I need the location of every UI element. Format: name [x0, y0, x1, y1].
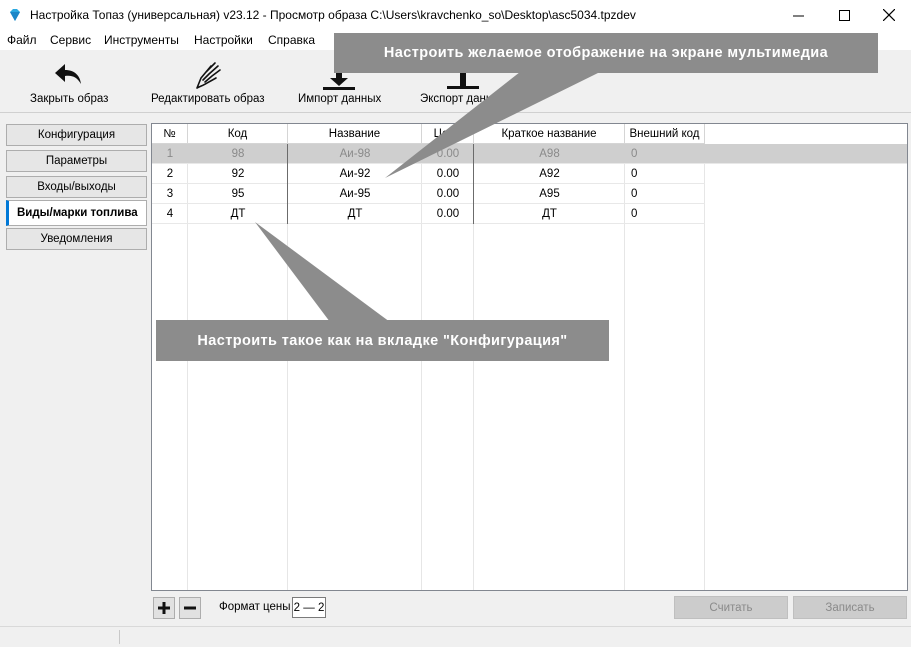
tab-notifications[interactable]: Уведомления: [6, 228, 147, 250]
table-row[interactable]: 4 ДТ ДТ 0.00 ДТ 0: [152, 204, 705, 224]
cell-price[interactable]: 0.00: [422, 164, 474, 184]
cell-code[interactable]: ДТ: [188, 204, 288, 224]
cell-price[interactable]: 0.00: [422, 184, 474, 204]
cell-external-code[interactable]: 0: [625, 204, 705, 224]
cell-external-code[interactable]: 0: [625, 164, 705, 184]
window-title: Настройка Топаз (универсальная) v23.12 -…: [30, 8, 636, 22]
undo-arrow-icon: [55, 64, 81, 84]
close-icon: [883, 9, 895, 21]
callout-bottom: Настроить такое как на вкладке "Конфигур…: [156, 320, 609, 361]
menu-settings[interactable]: Настройки: [194, 33, 253, 47]
cell-name[interactable]: Аи-98: [288, 144, 422, 164]
table-row[interactable]: 1 98 Аи-98 0.00 А98 0: [152, 144, 907, 164]
menu-file[interactable]: Файл: [7, 33, 37, 47]
export-data-label: Экспорт данных: [420, 93, 507, 105]
tab-fuel-types[interactable]: Виды/марки топлива: [6, 200, 147, 226]
menu-service[interactable]: Сервис: [50, 33, 91, 47]
import-data-label: Импорт данных: [298, 93, 382, 105]
cell-name[interactable]: Аи-95: [288, 184, 422, 204]
cell-code[interactable]: 95: [188, 184, 288, 204]
plus-icon: [158, 602, 170, 614]
column-header-external-code[interactable]: Внешний код: [625, 124, 705, 144]
price-format-label: Формат цены: [219, 601, 291, 613]
column-header-price[interactable]: Цена: [422, 124, 474, 144]
status-bar: [0, 626, 911, 647]
cell-short-name[interactable]: ДТ: [474, 204, 625, 224]
price-format-field[interactable]: 2 — 2: [292, 597, 326, 618]
cell-number: 2: [166, 168, 174, 180]
close-image-label: Закрыть образ: [30, 93, 109, 105]
remove-row-button[interactable]: [179, 597, 201, 619]
column-header-code[interactable]: Код: [188, 124, 288, 144]
cell-price[interactable]: 0.00: [422, 144, 474, 164]
minus-icon: [184, 606, 196, 610]
cell-number: 1: [166, 148, 174, 160]
tab-inputs-outputs[interactable]: Входы/выходы: [6, 176, 147, 198]
cell-external-code[interactable]: 0: [625, 184, 705, 204]
tab-parameters[interactable]: Параметры: [6, 150, 147, 172]
read-button[interactable]: Считать: [674, 596, 788, 619]
maximize-icon: [838, 9, 850, 21]
cell-name[interactable]: Аи-92: [288, 164, 422, 184]
column-header-number[interactable]: №: [152, 124, 188, 144]
close-image-button[interactable]: Закрыть образ: [28, 50, 110, 112]
status-separator: [119, 630, 120, 644]
cell-code[interactable]: 92: [188, 164, 288, 184]
cell-short-name[interactable]: А92: [474, 164, 625, 184]
column-separator: [287, 144, 288, 224]
minimize-button[interactable]: [775, 0, 821, 30]
minimize-icon: [792, 15, 804, 16]
edit-image-label: Редактировать образ: [151, 93, 265, 105]
close-button[interactable]: [866, 0, 911, 30]
edit-image-button[interactable]: Редактировать образ: [150, 50, 266, 112]
cell-short-name[interactable]: А95: [474, 184, 625, 204]
cell-number: 4: [166, 208, 174, 220]
cell-number: 3: [166, 188, 174, 200]
cell-short-name[interactable]: А98: [474, 144, 625, 164]
column-header-short-name[interactable]: Краткое название: [474, 124, 625, 144]
diamond-app-icon: [10, 9, 20, 21]
column-separator: [473, 144, 474, 224]
edit-hand-icon: [196, 62, 221, 89]
table-row[interactable]: 2 92 Аи-92 0.00 А92 0: [152, 164, 705, 184]
callout-top: Настроить желаемое отображение на экране…: [334, 33, 878, 73]
cell-external-code[interactable]: 0: [625, 144, 705, 164]
title-bar: Настройка Топаз (универсальная) v23.12 -…: [0, 0, 911, 30]
menu-help[interactable]: Справка: [268, 33, 315, 47]
cell-name[interactable]: ДТ: [288, 204, 422, 224]
add-row-button[interactable]: [153, 597, 175, 619]
menu-tools[interactable]: Инструменты: [104, 33, 179, 47]
column-header-name[interactable]: Название: [288, 124, 422, 144]
cell-code[interactable]: 98: [188, 144, 288, 164]
tab-configuration[interactable]: Конфигурация: [6, 124, 147, 146]
table-row[interactable]: 3 95 Аи-95 0.00 А95 0: [152, 184, 705, 204]
write-button[interactable]: Записать: [793, 596, 907, 619]
maximize-button[interactable]: [821, 0, 867, 30]
cell-price[interactable]: 0.00: [422, 204, 474, 224]
